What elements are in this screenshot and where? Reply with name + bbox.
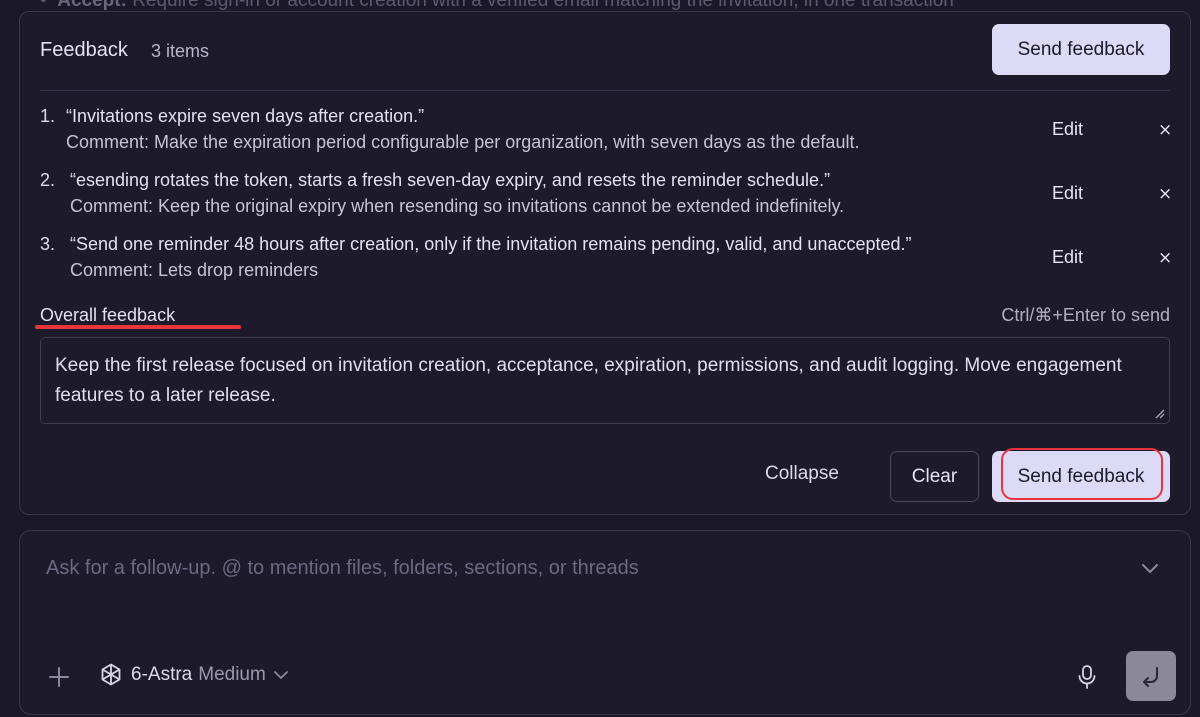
follow-up-input[interactable] <box>46 553 1126 583</box>
header-divider <box>40 90 1170 91</box>
send-feedback-button-top[interactable]: Send feedback <box>992 24 1170 75</box>
plus-icon[interactable] <box>47 665 71 689</box>
remove-item-icon[interactable]: × <box>1158 120 1172 140</box>
remove-item-icon[interactable]: × <box>1158 184 1172 204</box>
model-effort: Medium <box>198 664 266 685</box>
feedback-item-2: 2. “esending rotates the token, starts a… <box>40 165 1172 221</box>
annotation-underline <box>35 325 241 329</box>
resize-grip-icon[interactable] <box>1155 409 1165 419</box>
feedback-item-number: 1. <box>40 106 56 126</box>
background-bold-text: Accept: <box>57 0 127 11</box>
overall-feedback-textarea[interactable]: Keep the first release focused on invita… <box>40 337 1170 424</box>
collapse-button[interactable]: Collapse <box>765 463 839 485</box>
edit-item-button[interactable]: Edit <box>1052 183 1083 204</box>
clear-button[interactable]: Clear <box>890 451 979 502</box>
feedback-panel: Feedback 3 items Send feedback 1. “Invit… <box>19 11 1191 515</box>
feedback-item-comment: Comment: Lets drop reminders <box>70 260 319 280</box>
model-logo-icon <box>101 663 121 686</box>
feedback-item-quote: “Send one reminder 48 hours after creati… <box>70 234 912 254</box>
follow-up-composer: 6-Astra Medium <box>19 530 1191 715</box>
submit-button[interactable] <box>1126 651 1176 701</box>
feedback-item-3: 3. “Send one reminder 48 hours after cre… <box>40 229 1172 285</box>
return-arrow-icon <box>1143 667 1158 687</box>
feedback-item-count: 3 items <box>151 41 210 61</box>
remove-item-icon[interactable]: × <box>1158 248 1172 268</box>
feedback-item-quote: “Invitations expire seven days after cre… <box>66 106 425 126</box>
chevron-down-icon[interactable] <box>1140 561 1160 575</box>
feedback-item-comment: Comment: Keep the original expiry when r… <box>70 196 845 216</box>
keyboard-shortcut-hint: Ctrl/⌘+Enter to send <box>1001 305 1170 325</box>
microphone-icon[interactable] <box>1076 664 1098 690</box>
feedback-item-number: 3. <box>40 234 56 254</box>
overall-feedback-label: Overall feedback <box>40 305 176 325</box>
edit-item-button[interactable]: Edit <box>1052 247 1083 268</box>
edit-item-button[interactable]: Edit <box>1052 119 1083 140</box>
feedback-item-comment: Comment: Make the expiration period conf… <box>66 132 860 152</box>
model-selector[interactable]: 6-Astra Medium <box>98 660 289 690</box>
background-bullet: • <box>40 0 58 11</box>
background-body-text: Require sign-in or account creation with… <box>132 0 954 11</box>
feedback-title: Feedback <box>40 39 128 61</box>
chevron-down-icon <box>273 671 288 679</box>
feedback-item-number: 2. <box>40 170 56 190</box>
send-feedback-button[interactable]: Send feedback <box>992 451 1170 502</box>
feedback-item-1: 1. “Invitations expire seven days after … <box>40 101 1172 157</box>
model-name: 6-Astra <box>131 664 193 685</box>
feedback-item-quote: “esending rotates the token, starts a fr… <box>70 170 831 190</box>
